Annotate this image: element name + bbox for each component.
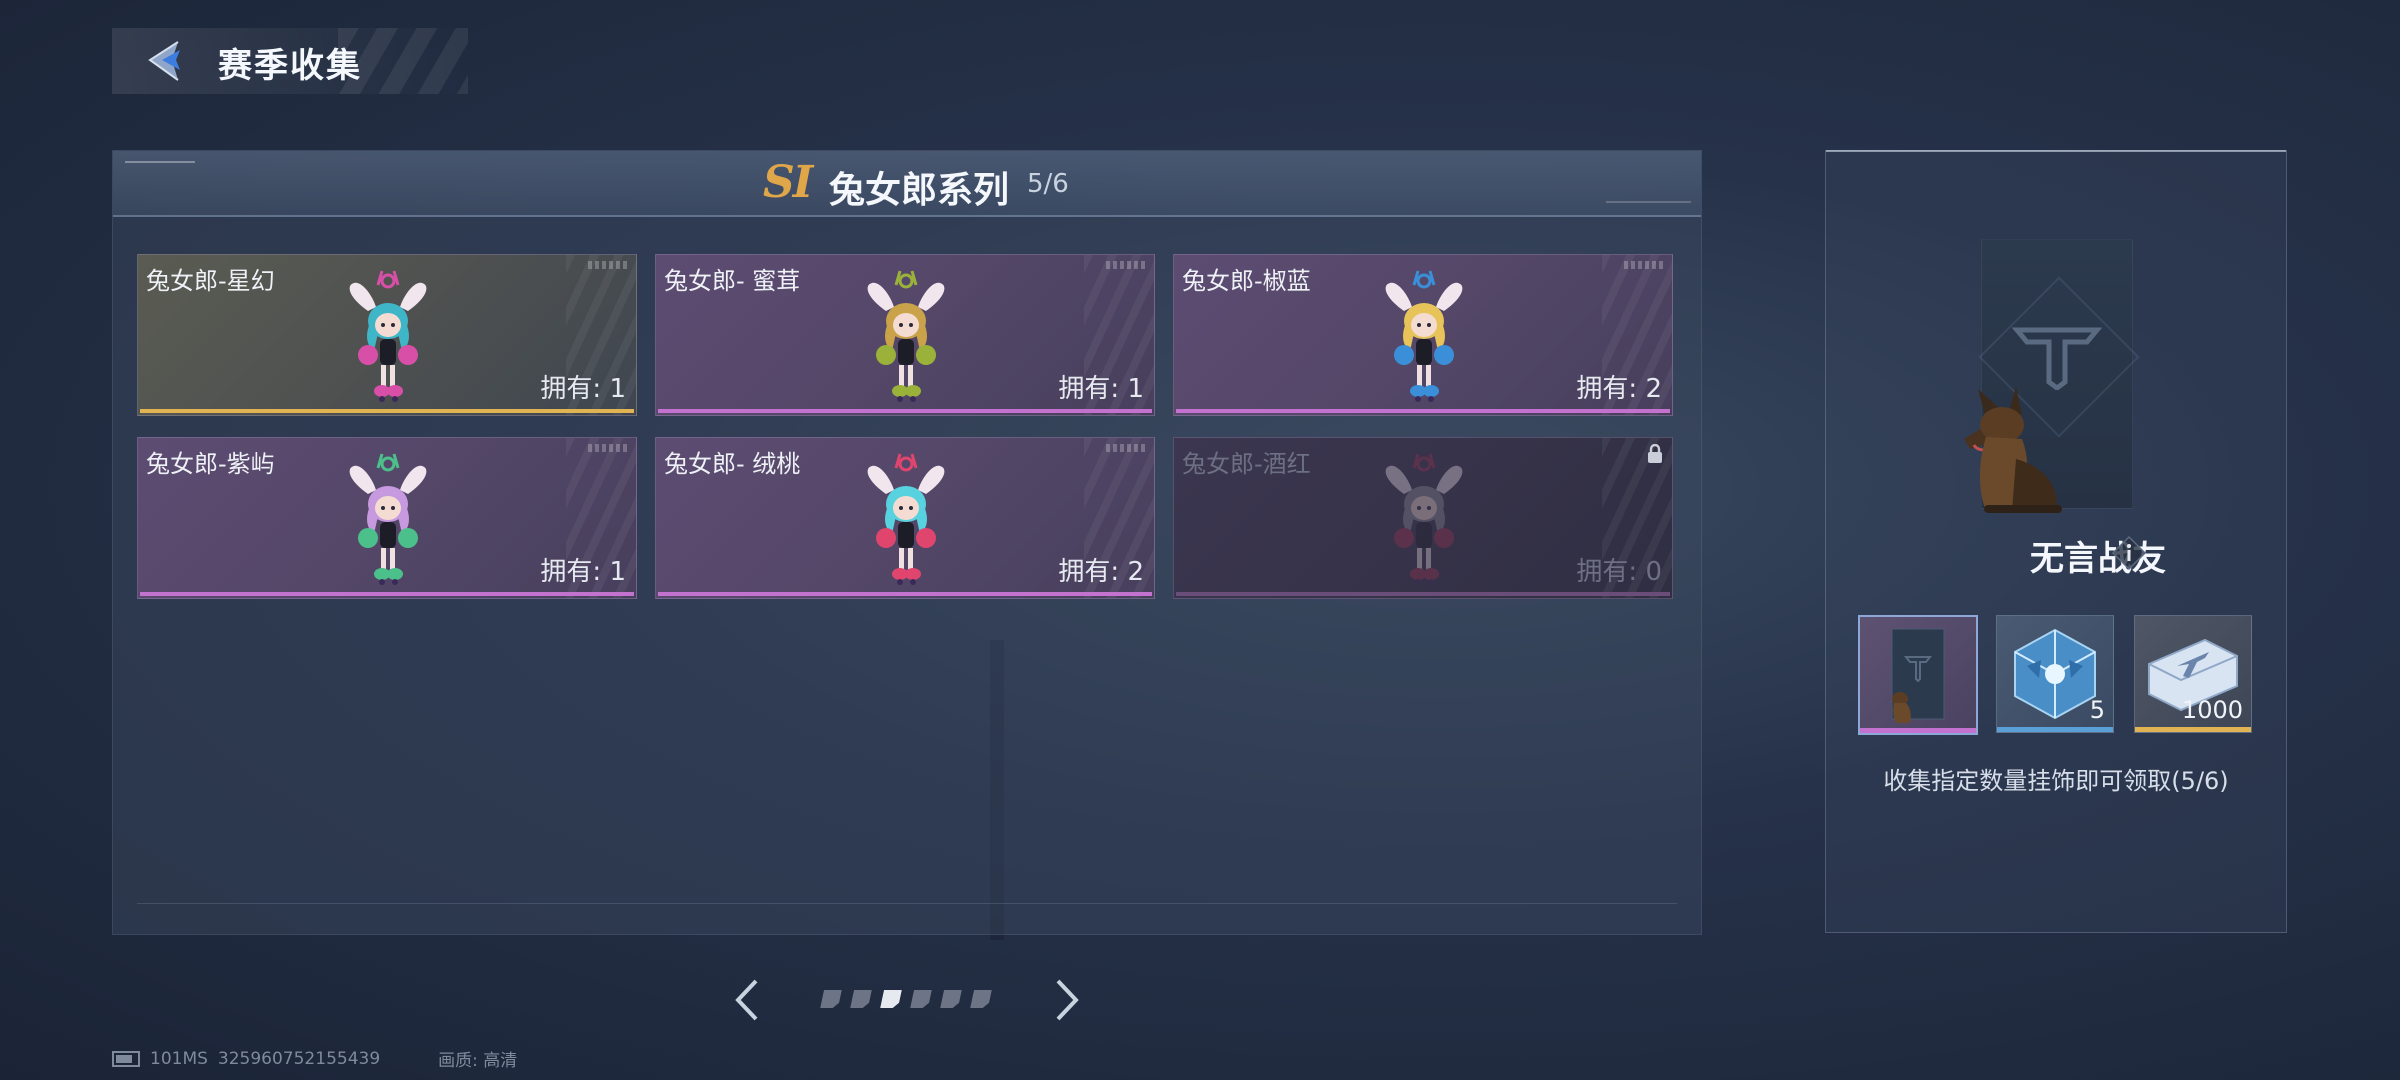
card-corner-decor [588, 444, 628, 452]
page-dot[interactable] [970, 990, 992, 1008]
reward-description: 收集指定数量挂饰即可领取(5/6) [1883, 767, 2229, 795]
rarity-bar [140, 592, 634, 596]
status-footer: 101MS 325960752155439 画质: 高清 [112, 1046, 517, 1071]
item-count: 1000 [2181, 696, 2243, 724]
bunny-charm-icon [1385, 453, 1463, 585]
dog-companion-icon [1964, 387, 2062, 513]
rarity-bar [1860, 728, 1976, 733]
charm-card-mirong[interactable]: 兔女郎- 蜜茸 拥有: 1 [655, 254, 1155, 416]
rarity-bar [658, 409, 1152, 413]
quality-setting: 画质: 高清 [438, 1051, 518, 1071]
page-dot-active[interactable] [880, 990, 902, 1008]
rarity-bar [2135, 727, 2251, 732]
page-indicator [822, 990, 990, 1008]
reward-item-dog-card[interactable] [1858, 615, 1978, 735]
page-dot[interactable] [850, 990, 872, 1008]
reward-item-crystal[interactable]: 5 [1996, 615, 2114, 733]
card-corner-decor [588, 261, 628, 269]
reward-panel: 无言战友 5 1000 收集指定数量挂饰即可领取(5/6) [1825, 150, 2287, 933]
charm-name: 兔女郎- 绒桃 [664, 450, 801, 478]
series-header: SI 兔女郎系列 5/6 [113, 151, 1701, 217]
charm-name: 兔女郎-酒红 [1182, 450, 1311, 478]
panel-divider [137, 903, 1677, 904]
owned-count: 拥有: 2 [1058, 557, 1144, 587]
charm-card-jiaolan[interactable]: 兔女郎-椒蓝 拥有: 2 [1173, 254, 1673, 416]
page-header: 赛季收集 [112, 28, 468, 94]
rarity-bar [1176, 592, 1670, 596]
owned-count: 拥有: 1 [1058, 374, 1144, 404]
collection-panel: SI 兔女郎系列 5/6 兔女郎-星幻 拥有: 1 兔女郎- 蜜茸 拥有: 1 … [112, 150, 1702, 935]
rarity-bar [1176, 409, 1670, 413]
series-progress: 5/6 [1027, 169, 1069, 199]
page-dot[interactable] [910, 990, 932, 1008]
owned-count: 拥有: 1 [540, 557, 626, 587]
bunny-charm-icon [349, 453, 427, 585]
owned-count: 拥有: 1 [540, 374, 626, 404]
battery-icon [112, 1050, 140, 1067]
bunny-charm-icon [867, 453, 945, 585]
charm-card-ziyu[interactable]: 兔女郎-紫屿 拥有: 1 [137, 437, 637, 599]
season-badge: SI [763, 157, 813, 208]
bunny-charm-icon [867, 270, 945, 402]
page-dot[interactable] [940, 990, 962, 1008]
item-count: 5 [2089, 696, 2105, 724]
charm-name: 兔女郎-星幻 [146, 267, 275, 295]
charm-card-xinghuan[interactable]: 兔女郎-星幻 拥有: 1 [137, 254, 637, 416]
header-decor-right [1606, 201, 1691, 203]
charm-card-jiuhong[interactable]: 兔女郎-酒红 拥有: 0 [1173, 437, 1673, 599]
lock-icon [1648, 444, 1662, 463]
back-arrow-icon[interactable] [140, 36, 190, 86]
bunny-charm-icon [1385, 270, 1463, 402]
page-dot[interactable] [820, 990, 842, 1008]
dog-card-icon [1891, 628, 1945, 723]
reward-item-ticket[interactable]: 1000 [2134, 615, 2252, 733]
owned-count: 拥有: 0 [1576, 557, 1662, 587]
header-decor-left [125, 161, 195, 163]
info-icon[interactable] [2111, 535, 2147, 571]
reward-panel-topline [1826, 150, 2286, 152]
card-corner-decor [1624, 261, 1664, 269]
charm-name: 兔女郎- 蜜茸 [664, 267, 801, 295]
rarity-bar [658, 592, 1152, 596]
ping-value: 101MS [150, 1048, 208, 1069]
player-id: 325960752155439 [217, 1048, 381, 1069]
rarity-bar [1997, 727, 2113, 732]
rarity-bar [140, 409, 634, 413]
page-title: 赛季收集 [218, 46, 362, 86]
charm-card-rongtao[interactable]: 兔女郎- 绒桃 拥有: 2 [655, 437, 1155, 599]
charm-name: 兔女郎-紫屿 [146, 450, 275, 478]
card-corner-decor [1106, 261, 1146, 269]
chevron-left-icon[interactable] [730, 975, 766, 1025]
charm-name: 兔女郎-椒蓝 [1182, 267, 1311, 295]
owned-count: 拥有: 2 [1576, 374, 1662, 404]
card-corner-decor [1106, 444, 1146, 452]
chevron-right-icon[interactable] [1048, 975, 1084, 1025]
bunny-charm-icon [349, 270, 427, 402]
series-name: 兔女郎系列 [829, 170, 1010, 211]
